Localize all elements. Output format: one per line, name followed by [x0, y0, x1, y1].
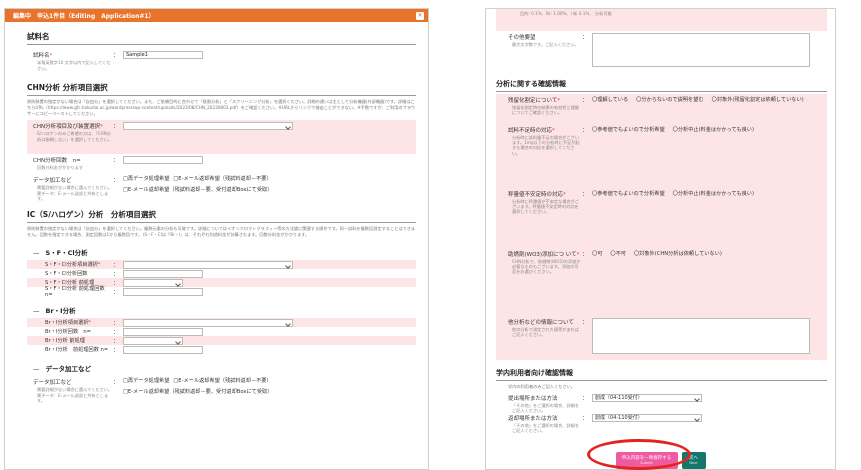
chn-reprocess-checkbox[interactable]: □再データ処理希望 [123, 176, 169, 183]
sfcl-pretreat-select[interactable] [123, 278, 183, 287]
ic-processing-label: データ加工など [33, 380, 72, 386]
sfcl-items-select[interactable] [123, 260, 293, 269]
chn-items-hint: S/ハロゲンのみご希望の方は、「CHN分析は依頼しない」を選択してください。 [37, 131, 113, 142]
top-snippet-row: 目的: 0.1%、Br: 1.00%、I 新 0.1%、 分析可能 [496, 9, 827, 31]
br-pretreat-row: Br・I分析 前処理 ： [27, 336, 416, 345]
return-place-select[interactable]: 創成（04-110受付） [592, 414, 702, 422]
other-info-textarea[interactable] [592, 318, 810, 354]
close-icon[interactable]: ✕ [416, 11, 424, 20]
radio-need-explanation[interactable]: 〇分からないので説明を望む [636, 96, 703, 103]
sfcl-heading: — S・F・Cl分析 [33, 249, 88, 257]
sample-section-title: 試料名 [27, 31, 416, 45]
sample-name-row: 試料名* 半角英数字10 文字以内で記入してください。 ： [27, 49, 416, 73]
chn-items-select[interactable] [123, 122, 293, 130]
chn-processing-hint: 需要詳細がない場合に選んでください。異データ：E-メール送部と共有とします。 [37, 185, 113, 201]
confirm-row-1: 残留化割定について* 残留化割定時の結果の有効性と理解についてご確認ください。 … [496, 94, 827, 124]
sample-name-input[interactable] [123, 51, 203, 59]
chn-section-title: CHN分析 分析項目選択 [27, 82, 416, 96]
top-snippet-text: 目的: 0.1%、Br: 1.00%、I 新 0.1%、 分析可能 [520, 11, 612, 16]
ic-processing-row: データ加工など 需要詳細がない場合に選んでください。異データ：E-メール送部と共… [33, 378, 273, 403]
ic-section-desc: 原則装置の指定がない場合は「自由分」を選択してください。複数元素の分析も可能です… [27, 226, 416, 237]
radio-wo3-not-applicable[interactable]: 〇対象外(CHN分析は依頼していない) [634, 250, 722, 257]
radio-understand[interactable]: 〇理解している [592, 96, 628, 103]
sfcl-items-row: S・F・Cl分析項目選択* ： [27, 260, 416, 269]
br-pretreat-count-row: Br・I分析 前処理回数 n= ： [27, 345, 416, 354]
radio-shortage-cancel[interactable]: 〇分析中止(料金はかかっても良い) [673, 126, 754, 133]
other-request-row: その他要望 最大文字数です。ご記入ください。 ： [496, 31, 827, 71]
ic-reprocess-checkbox[interactable]: □再データ処理希望 [123, 378, 169, 385]
campus-section-title: 学内利用者向け確認情報 [496, 368, 827, 381]
radio-not-applicable-residual[interactable]: 〇対象外(残留化割定は依頼していない) [712, 96, 804, 103]
return-place-row: 返却場所または方法 「その他」をご選択の場合、詳細をご記入ください。 ： 創成（… [496, 412, 827, 433]
br-items-select[interactable] [123, 318, 293, 327]
chn-count-row: CHN分析回数 n= 回数分料金がかかります ： [27, 154, 416, 174]
chn-count-label: CHN分析回数 n= [33, 158, 81, 164]
confirm-section-title: 分析に関する確認情報 [496, 79, 827, 92]
chn-processing-label: データ加工など [33, 178, 72, 184]
panel-header: 編集中 申込1件目（Editing Application#1） ✕ [5, 9, 428, 22]
chn-items-row: CHN分析項目及び装置選択* S/ハロゲンのみご希望の方は、「CHN分析は依頼し… [27, 120, 416, 154]
submit-place-row: 提出場所または方法 「その他」をご選択の場合、詳細をご記入ください。 ： 創成（… [496, 392, 827, 413]
sfcl-pretreat-count-input[interactable] [123, 287, 203, 296]
radio-shortage-reference[interactable]: 〇参考値でもよいので分析希望 [592, 126, 665, 133]
data-proc-heading: — データ加工など [33, 365, 91, 373]
chn-items-label: CHN分析項目及び装置選択 [33, 124, 101, 130]
radio-wo3-yes[interactable]: 〇可 [592, 250, 602, 257]
chn-section-desc: 原則装置の指定がない場合は「自由分」を選択してください。また、ご依頼目的に合わせ… [27, 99, 416, 116]
ic-processing-hint: 需要詳細がない場合に選んでください。異データ：E-メール送部と共有とします。 [37, 387, 113, 403]
br-heading: — Br・I分析 [33, 307, 76, 315]
radio-unstable-reference[interactable]: 〇参考値でもよいので分析希望 [592, 190, 665, 197]
other-request-textarea[interactable] [592, 33, 810, 67]
ic-email-no-return-checkbox[interactable]: □E-メール返却希望（残試料返却－不要） [173, 378, 271, 385]
sfcl-count-input[interactable] [123, 269, 203, 278]
chn-processing-row: データ加工など 需要詳細がない場合に選んでください。異データ：E-メール送部と共… [33, 176, 273, 201]
ic-email-return-checkbox[interactable]: □E-メール返却希望（残試料返却－要、受付返却Boxにて受取） [123, 389, 272, 396]
confirm-row-5: 他分析などの情報について 他の分析で測定された値等があればご記入ください。 ： [496, 316, 827, 360]
other-request-label: その他要望 [508, 35, 536, 41]
br-pretreat-count-input[interactable] [123, 345, 203, 354]
br-pretreat-select[interactable] [123, 336, 183, 345]
other-request-hint: 最大文字数です。ご記入ください。 [512, 42, 579, 47]
confirm-form-panel: 目的: 0.1%、Br: 1.00%、I 新 0.1%、 分析可能 その他要望 … [485, 8, 836, 470]
sfcl-count-row: S・F・Cl分析回数 ： [27, 269, 416, 278]
submit-place-select[interactable]: 創成（04-110受付） [592, 394, 702, 402]
confirm-row-3: 秤量値不安定時の対応* 分析時に秤量値が不安定な場合がございます。秤量値不安定時… [496, 188, 827, 248]
chn-email-return-checkbox[interactable]: □E-メール返却希望（残試料返却－要、受付返却Boxにて受取） [123, 187, 272, 194]
panel-title: 編集中 申込1件目（Editing Application#1） [13, 13, 155, 20]
sample-name-hint: 半角英数字10 文字以内で記入してください。 [37, 60, 111, 71]
chn-count-input[interactable] [123, 156, 203, 164]
edit-form-panel: 編集中 申込1件目（Editing Application#1） ✕ 試料名 試… [4, 8, 429, 470]
chn-email-no-return-checkbox[interactable]: □E-メール返却希望（残試料返却－不要） [173, 176, 271, 183]
sfcl-pretreat-count-row: S・F・Cl分析 前処理回数 n= ： [27, 286, 416, 298]
sample-name-label: 試料名 [33, 53, 50, 59]
br-count-row: Br・I分析回数 n= ： [27, 327, 416, 336]
next-button[interactable]: 次へ Next [681, 452, 706, 469]
ic-section-title: IC（S/ハロゲン）分析 分析項目選択 [27, 209, 416, 223]
radio-wo3-no[interactable]: 〇不可 [610, 250, 626, 257]
confirm-row-2: 試料不足時の対応* 分析時に試料量不足の場合がございます。1mg以下の分析時に不… [496, 124, 827, 188]
save-draft-button[interactable]: 申込内容を一時保存する Submit [615, 452, 678, 469]
radio-unstable-cancel[interactable]: 〇分析中止(料金はかかっても良い) [673, 190, 754, 197]
chn-count-hint: 回数分料金がかかります [37, 165, 84, 170]
br-items-row: Br・I分析項目選択* ： [27, 318, 416, 327]
br-count-input[interactable] [123, 327, 203, 336]
confirm-row-4: 助燃剤(WO3)添加につ いて* CHN分析で、助燃剤(WO3)の添加が必要なも… [496, 248, 827, 316]
campus-section-desc: 学内の利用者のみご記入ください。 [508, 384, 576, 389]
